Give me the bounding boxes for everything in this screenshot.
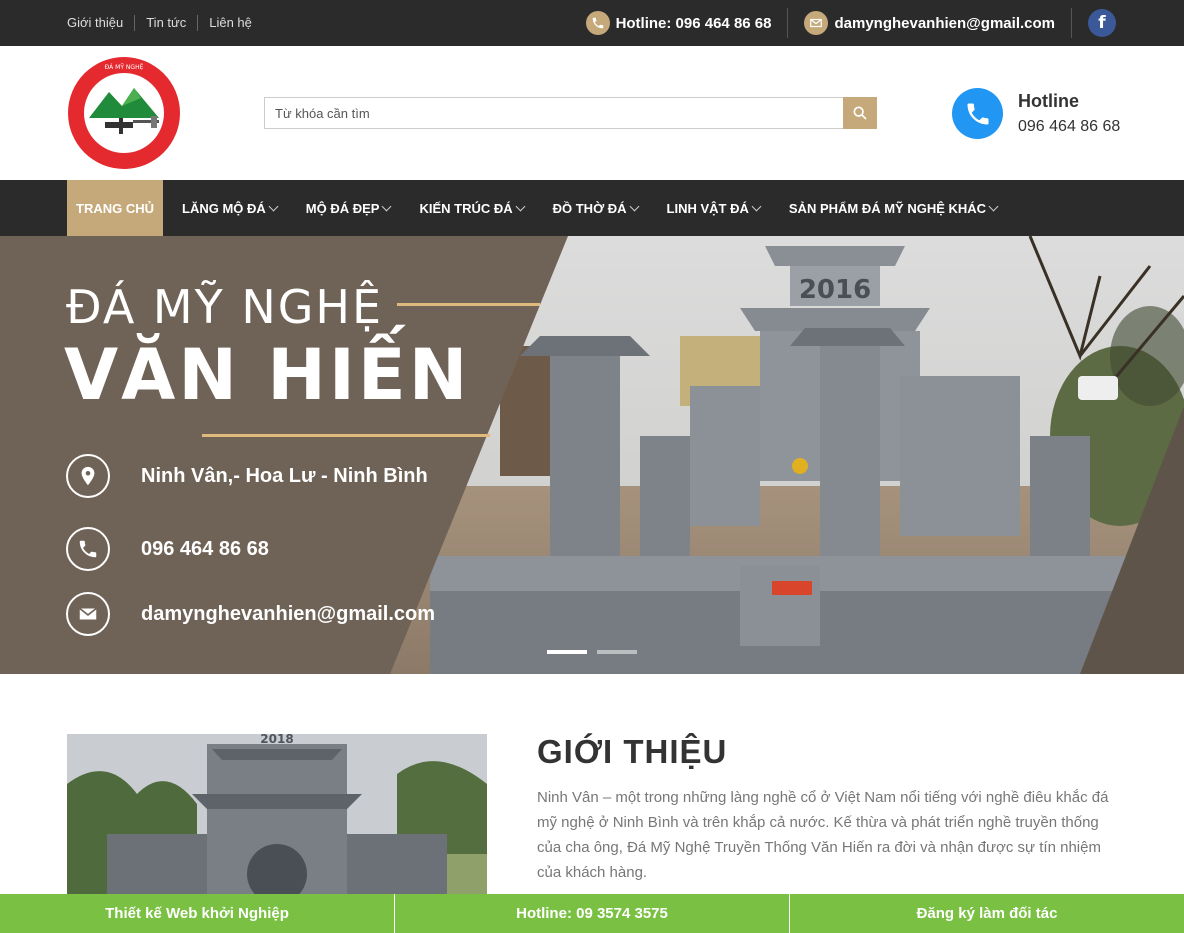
hero-slider[interactable]: 2016 ĐÁ MỸ NGHỆ VĂN HIẾN Ninh Vân,- Hoa … <box>0 236 1184 674</box>
nav-item-san-pham-khac[interactable]: SẢN PHẨM ĐÁ MỸ NGHỆ KHÁC <box>776 180 1010 236</box>
page: Giới thiệu Tin tức Liên hệ Hotline: 096 … <box>0 0 1184 933</box>
nav-label: LINH VẬT ĐÁ <box>666 200 749 216</box>
location-pin-icon <box>66 454 110 498</box>
hero-line2: VĂN HIẾN <box>64 334 471 416</box>
hero-line1: ĐÁ MỸ NGHỆ <box>66 280 384 334</box>
main-nav: TRANG CHỦ LĂNG MỘ ĐÁ MỘ ĐÁ ĐẸP KIẾN TRÚC… <box>0 180 1184 236</box>
pagoda-year-text: 2016 <box>799 275 871 305</box>
mail-icon <box>804 11 829 35</box>
hero-address: Ninh Vân,- Hoa Lư - Ninh Bình <box>141 464 428 487</box>
search-icon <box>853 106 867 120</box>
header: ĐÁ MỸ NGHỆ Hotline 096 464 86 68 <box>0 46 1184 180</box>
intro-text: Ninh Vân – một trong những làng nghề cổ … <box>537 789 1109 881</box>
logo[interactable]: ĐÁ MỸ NGHỆ <box>67 56 181 170</box>
chevron-down-icon <box>988 201 999 211</box>
hero-email: damynghevanhien@gmail.com <box>141 602 436 625</box>
hero-email-row: damynghevanhien@gmail.com <box>66 592 435 636</box>
nav-item-kien-truc-da[interactable]: KIẾN TRÚC ĐÁ <box>406 180 536 236</box>
chevron-down-icon <box>751 201 762 211</box>
nav-item-linh-vat-da[interactable]: LINH VẬT ĐÁ <box>654 180 773 236</box>
bottom-link-partner[interactable]: Đăng ký làm đối tác <box>790 894 1184 933</box>
nav-item-mo-da-dep[interactable]: MỘ ĐÁ ĐẸP <box>293 180 404 236</box>
svg-text:ĐÁ MỸ NGHỆ: ĐÁ MỸ NGHỆ <box>105 63 144 71</box>
hotline-label: Hotline <box>1018 91 1079 111</box>
search-button[interactable] <box>843 97 877 129</box>
facebook-icon[interactable]: f <box>1088 9 1116 37</box>
phone-icon <box>952 88 1003 139</box>
top-hotline[interactable]: Hotline: 096 464 86 68 <box>616 15 772 32</box>
nav-label: SẢN PHẨM ĐÁ MỸ NGHỆ KHÁC <box>788 200 987 216</box>
hotline-number: 096 464 86 68 <box>1018 118 1121 135</box>
slider-dot[interactable] <box>597 650 637 654</box>
hero-accent-line <box>202 434 490 437</box>
hero-accent-line <box>397 303 540 306</box>
bottom-bar: Thiết kế Web khởi Nghiệp Hotline: 09 357… <box>0 894 1184 933</box>
top-email[interactable]: damynghevanhien@gmail.com <box>834 15 1055 32</box>
nav-label: KIẾN TRÚC ĐÁ <box>419 200 513 216</box>
nav-item-lang-mo-da[interactable]: LĂNG MỘ ĐÁ <box>169 180 290 236</box>
chevron-down-icon <box>268 201 279 211</box>
phone-icon <box>66 527 110 571</box>
hero-phone: 096 464 86 68 <box>141 537 269 560</box>
header-hotline[interactable]: Hotline 096 464 86 68 <box>952 88 1122 140</box>
top-link-lien-he[interactable]: Liên hệ <box>197 15 263 31</box>
chevron-down-icon <box>382 201 392 211</box>
bottom-link-hotline[interactable]: Hotline: 09 3574 3575 <box>395 894 790 933</box>
top-bar: Giới thiệu Tin tức Liên hệ Hotline: 096 … <box>0 0 1184 46</box>
nav-label: ĐỒ THỜ ĐÁ <box>552 200 627 216</box>
divider <box>787 8 789 38</box>
intro-title: GIỚI THIỆU <box>537 733 728 770</box>
bottom-link-web-design[interactable]: Thiết kế Web khởi Nghiệp <box>0 894 395 933</box>
mail-icon <box>66 592 110 636</box>
chevron-down-icon <box>629 201 639 211</box>
search-input[interactable] <box>265 98 835 128</box>
nav-item-trang-chu[interactable]: TRANG CHỦ <box>67 180 163 236</box>
top-links: Giới thiệu Tin tức Liên hệ <box>67 15 263 31</box>
hero-address-row: Ninh Vân,- Hoa Lư - Ninh Bình <box>66 454 428 498</box>
nav-label: MỘ ĐÁ ĐẸP <box>305 200 380 216</box>
phone-icon <box>585 11 610 35</box>
hero-phone-row: 096 464 86 68 <box>66 527 269 571</box>
slider-dot[interactable] <box>547 650 587 654</box>
top-link-gioi-thieu[interactable]: Giới thiệu <box>67 15 134 31</box>
intro-image-year: 2018 <box>260 734 293 746</box>
search-box <box>264 97 877 129</box>
nav-item-do-tho-da[interactable]: ĐỒ THỜ ĐÁ <box>540 180 651 236</box>
nav-label: TRANG CHỦ <box>76 200 154 216</box>
slider-dots <box>547 650 647 654</box>
chevron-down-icon <box>515 201 526 211</box>
top-link-tin-tuc[interactable]: Tin tức <box>134 15 197 31</box>
divider <box>1071 8 1072 38</box>
intro-image: 2018 <box>67 734 487 904</box>
top-contact: Hotline: 096 464 86 68 damynghevanhien@g… <box>585 8 1116 38</box>
nav-label: LĂNG MỘ ĐÁ <box>182 200 266 216</box>
